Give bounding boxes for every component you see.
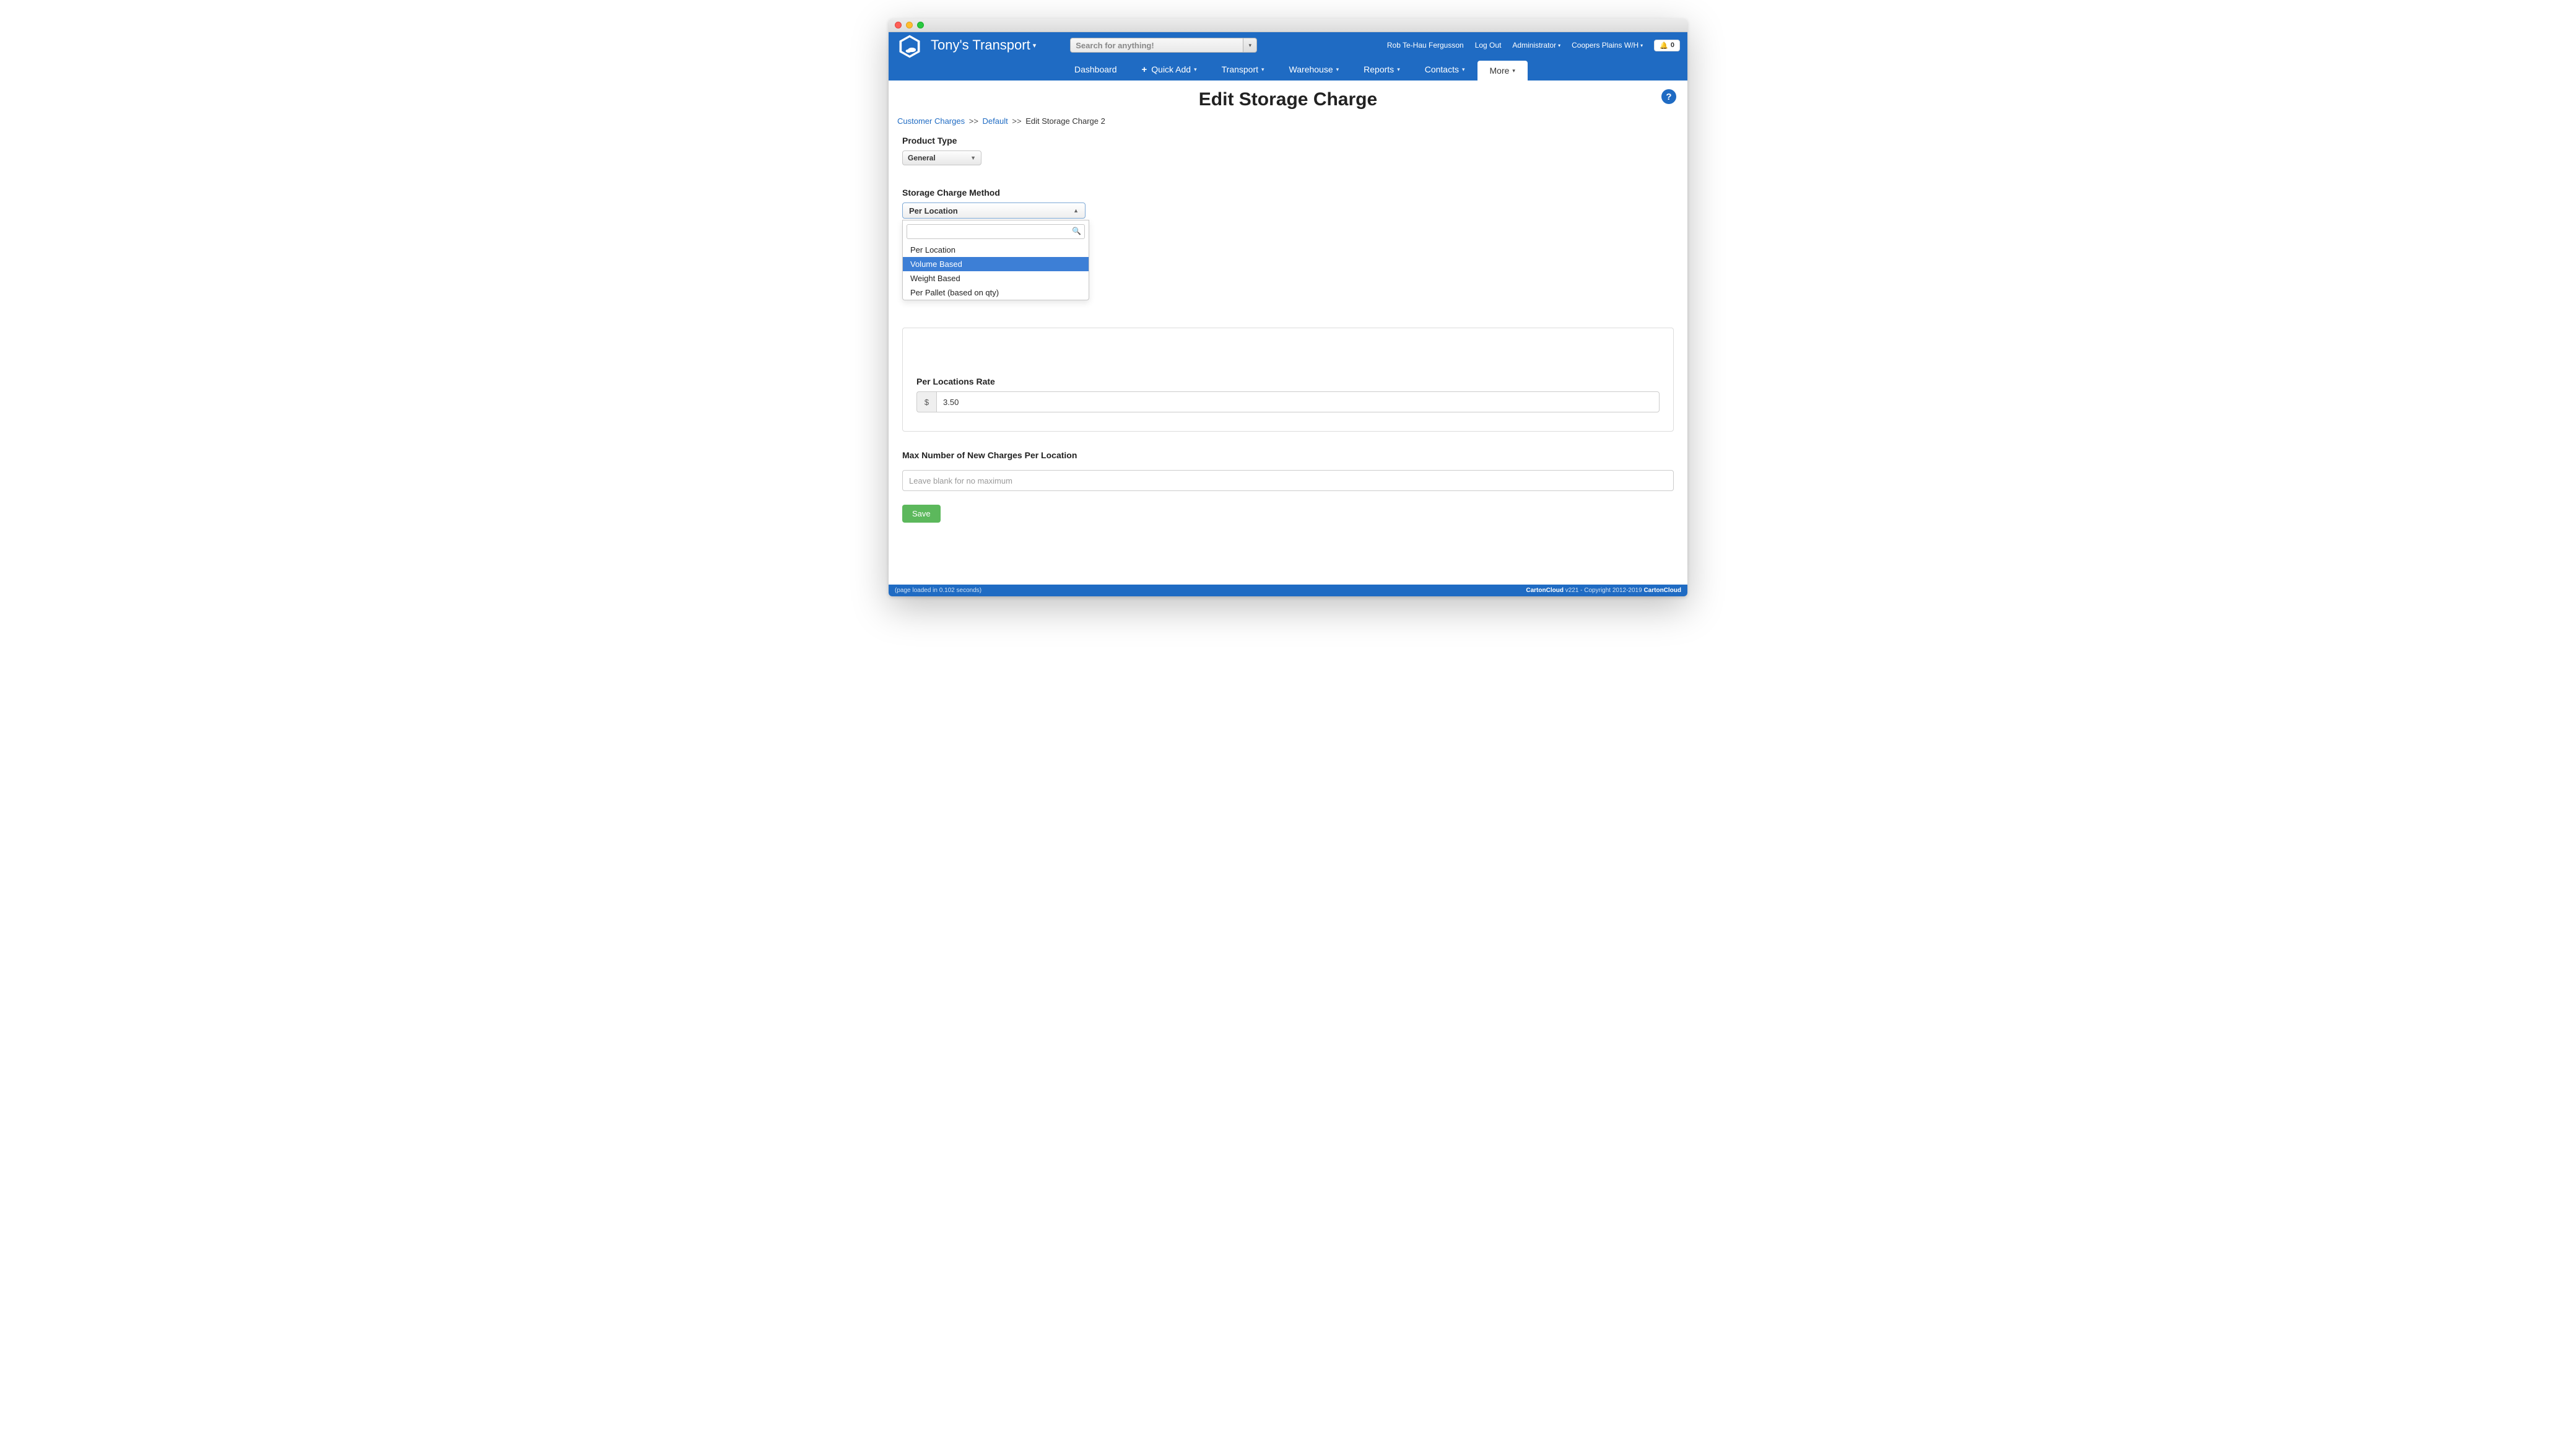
dropdown-option-per-location[interactable]: Per Location <box>903 243 1089 257</box>
nav-label: Reports <box>1364 64 1394 74</box>
role-dropdown[interactable]: Administrator ▾ <box>1512 41 1560 50</box>
nav-label: Warehouse <box>1289 64 1333 74</box>
footer-version: v221 - Copyright 2012-2019 <box>1564 587 1644 594</box>
location-dropdown[interactable]: Coopers Plains W/H ▾ <box>1572 41 1643 50</box>
rate-panel: Per Locations Rate $ <box>902 328 1674 432</box>
brand-dropdown[interactable]: Tony's Transport ▾ <box>931 37 1036 53</box>
caret-down-icon: ▾ <box>1462 66 1465 73</box>
breadcrumb-sep: >> <box>967 116 980 126</box>
dropdown-option-weight-based[interactable]: Weight Based <box>903 271 1089 285</box>
max-charges-label: Max Number of New Charges Per Location <box>902 450 1674 460</box>
brand-name: Tony's Transport <box>931 37 1030 53</box>
footer-brand: CartonCloud <box>1526 587 1564 594</box>
dropdown-search-wrap: 🔍 <box>903 220 1089 243</box>
search-dropdown-button[interactable]: ▾ <box>1243 38 1257 53</box>
nav-label: Transport <box>1222 64 1258 74</box>
bell-icon: 🔔 <box>1660 41 1668 50</box>
product-type-value: General <box>908 154 936 162</box>
footer-right: CartonCloud v221 - Copyright 2012-2019 C… <box>1526 587 1681 594</box>
nav-dashboard[interactable]: Dashboard <box>1062 58 1129 81</box>
caret-down-icon: ▾ <box>1640 43 1643 48</box>
nav-reports[interactable]: Reports ▾ <box>1351 58 1412 81</box>
mac-max-icon[interactable] <box>917 22 924 28</box>
caret-down-icon: ▾ <box>1261 66 1264 73</box>
global-search: ▾ <box>1070 38 1257 53</box>
question-icon: ? <box>1666 92 1671 102</box>
logout-link[interactable]: Log Out <box>1475 41 1502 50</box>
storage-method-label: Storage Charge Method <box>902 188 1674 198</box>
save-button[interactable]: Save <box>902 505 941 523</box>
dropdown-option-volume-based[interactable]: Volume Based <box>903 257 1089 271</box>
mac-titlebar <box>889 19 1687 32</box>
rate-input-group: $ <box>916 391 1660 412</box>
nav-label: Quick Add <box>1151 64 1191 74</box>
notification-count: 0 <box>1671 41 1674 49</box>
caret-down-icon: ▾ <box>1336 66 1339 73</box>
help-button[interactable]: ? <box>1661 89 1676 104</box>
mac-min-icon[interactable] <box>906 22 913 28</box>
currency-addon: $ <box>916 391 936 412</box>
breadcrumb-current: Edit Storage Charge 2 <box>1025 116 1105 126</box>
breadcrumb: Customer Charges >> Default >> Edit Stor… <box>889 114 1687 132</box>
caret-down-icon: ▾ <box>1558 43 1560 48</box>
main-nav: Dashboard + Quick Add ▾ Transport ▾ Ware… <box>889 58 1687 81</box>
topbar: Tony's Transport ▾ ▾ Rob Te-Hau Fergusso… <box>889 32 1687 81</box>
user-name-link[interactable]: Rob Te-Hau Fergusson <box>1387 41 1464 50</box>
topbar-right: Rob Te-Hau Fergusson Log Out Administrat… <box>1387 40 1680 51</box>
nav-label: Contacts <box>1425 64 1459 74</box>
nav-label: More <box>1490 66 1510 76</box>
form-content: Product Type General ▼ Storage Charge Me… <box>889 136 1687 535</box>
storage-method-select[interactable]: Per Location ▲ <box>902 202 1086 219</box>
storage-method-value: Per Location <box>909 206 958 215</box>
app-window: Tony's Transport ▾ ▾ Rob Te-Hau Fergusso… <box>889 19 1687 596</box>
rate-label: Per Locations Rate <box>916 377 1660 386</box>
breadcrumb-sep: >> <box>1010 116 1023 126</box>
breadcrumb-link-customer-charges[interactable]: Customer Charges <box>897 116 965 126</box>
footer: (page loaded in 0.102 seconds) CartonClo… <box>889 585 1687 596</box>
breadcrumb-link-default[interactable]: Default <box>983 116 1008 126</box>
plus-icon: + <box>1142 64 1147 75</box>
rate-input[interactable] <box>936 391 1660 412</box>
search-input[interactable] <box>1070 38 1243 53</box>
notification-badge[interactable]: 🔔 0 <box>1654 40 1680 51</box>
footer-load-time: (page loaded in 0.102 seconds) <box>895 587 981 594</box>
role-label: Administrator <box>1512 41 1556 50</box>
nav-contacts[interactable]: Contacts ▾ <box>1412 58 1477 81</box>
app-logo-icon <box>896 33 923 60</box>
dropdown-option-per-pallet[interactable]: Per Pallet (based on qty) <box>903 285 1089 300</box>
nav-transport[interactable]: Transport ▾ <box>1209 58 1277 81</box>
footer-brand2: CartonCloud <box>1643 587 1681 594</box>
caret-down-icon: ▾ <box>1512 67 1515 74</box>
product-type-label: Product Type <box>902 136 1674 146</box>
caret-down-icon: ▾ <box>1033 41 1037 50</box>
mac-close-icon[interactable] <box>895 22 902 28</box>
location-label: Coopers Plains W/H <box>1572 41 1638 50</box>
caret-down-icon: ▼ <box>970 155 976 161</box>
product-type-select[interactable]: General ▼ <box>902 150 981 165</box>
caret-down-icon: ▾ <box>1397 66 1400 73</box>
topbar-row: Tony's Transport ▾ ▾ Rob Te-Hau Fergusso… <box>889 32 1687 58</box>
nav-label: Dashboard <box>1074 64 1117 74</box>
dropdown-search-input[interactable] <box>907 224 1085 239</box>
caret-up-icon: ▲ <box>1073 207 1079 214</box>
search-icon: 🔍 <box>1072 227 1081 235</box>
page: Edit Storage Charge ? Customer Charges >… <box>889 81 1687 596</box>
storage-method-dropdown: 🔍 Per Location Volume Based Weight Based… <box>902 220 1089 300</box>
nav-more[interactable]: More ▾ <box>1477 61 1528 81</box>
nav-warehouse[interactable]: Warehouse ▾ <box>1277 58 1352 81</box>
caret-down-icon: ▾ <box>1194 66 1197 73</box>
max-charges-input[interactable] <box>902 470 1674 491</box>
nav-quick-add[interactable]: + Quick Add ▾ <box>1129 58 1209 81</box>
page-title: Edit Storage Charge <box>889 81 1687 114</box>
